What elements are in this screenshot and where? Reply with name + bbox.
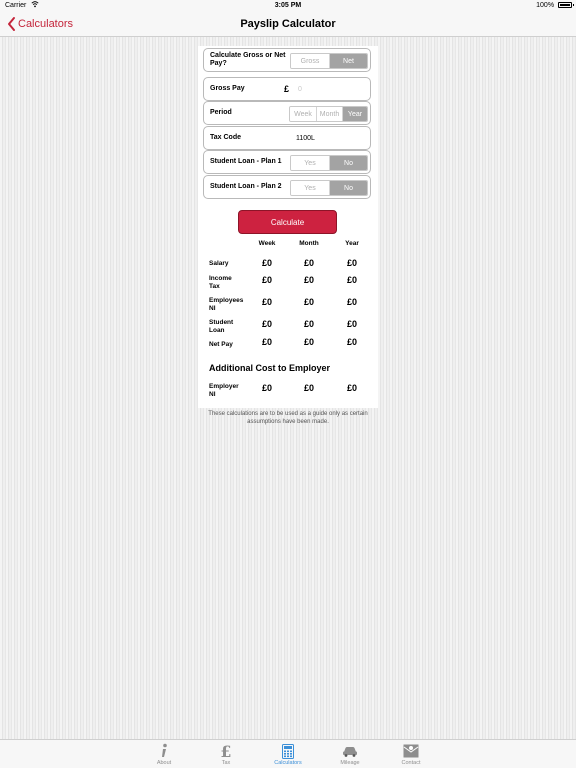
tax-code-input[interactable]: 1100L — [296, 127, 315, 149]
tab-mileage[interactable]: Mileage — [320, 740, 380, 768]
month-option[interactable]: Month — [316, 107, 342, 121]
net-pay-year-value: £0 — [346, 337, 357, 347]
employees-ni-label: Employees NI — [209, 297, 244, 312]
additional-cost-heading: Additional Cost to Employer — [209, 363, 331, 373]
salary-year-value: £0 — [346, 258, 357, 268]
tab-contact[interactable]: Contact — [381, 740, 441, 768]
tab-tax-label: Tax — [221, 760, 231, 766]
period-label: Period — [210, 109, 232, 116]
calculate-button[interactable]: Calculate — [238, 210, 337, 234]
info-icon — [156, 743, 172, 759]
tax-code-label: Tax Code — [210, 134, 241, 141]
student-loan-plan2-segmented-control: Yes No — [290, 180, 368, 196]
income-tax-week-value: £0 — [261, 275, 272, 285]
net-option[interactable]: Net — [329, 54, 367, 68]
salary-week-value: £0 — [261, 258, 272, 268]
plan1-yes-option[interactable]: Yes — [291, 156, 329, 170]
currency-symbol: £ — [284, 84, 290, 94]
salary-month-value: £0 — [303, 258, 314, 268]
calculator-icon — [280, 743, 296, 759]
salary-label: Salary — [209, 260, 229, 267]
clock: 3:05 PM — [274, 2, 302, 9]
calculator-panel: Calculate Gross or Net Pay? Gross Net Gr… — [198, 46, 378, 425]
week-option[interactable]: Week — [290, 107, 316, 121]
income-tax-year-value: £0 — [346, 275, 357, 285]
envelope-icon — [403, 743, 419, 759]
period-segmented-control: Week Month Year — [289, 106, 368, 122]
student-loan-plan2-row: Student Loan - Plan 2 Yes No — [203, 175, 371, 199]
employees-ni-year-value: £0 — [346, 297, 357, 307]
gross-pay-label: Gross Pay — [210, 85, 245, 92]
gross-or-net-label: Calculate Gross or Net Pay? — [210, 52, 286, 67]
student-loan-week-value: £0 — [261, 319, 272, 329]
tax-code-row: Tax Code 1100L — [203, 126, 371, 150]
net-pay-week-value: £0 — [261, 337, 272, 347]
car-icon — [342, 743, 358, 759]
student-loan-plan2-label: Student Loan - Plan 2 — [210, 183, 282, 190]
student-loan-month-value: £0 — [303, 319, 314, 329]
disclaimer-text: These calculations are to be used as a g… — [208, 411, 368, 425]
battery-icon — [558, 2, 574, 8]
student-loan-plan1-segmented-control: Yes No — [290, 155, 368, 171]
tab-bar: About £ Tax Calculators Mileage Contact — [0, 739, 576, 768]
tab-tax[interactable]: £ Tax — [196, 740, 256, 768]
student-loan-label: Student Loan — [209, 319, 234, 334]
employer-ni-year-value: £0 — [346, 383, 357, 393]
navigation-bar: Calculators Payslip Calculator — [0, 12, 576, 37]
svg-text:£: £ — [220, 743, 231, 759]
gross-net-segmented-control: Gross Net — [290, 53, 368, 69]
tab-about[interactable]: About — [134, 740, 194, 768]
student-loan-plan1-label: Student Loan - Plan 1 — [210, 158, 282, 165]
battery-indicator: 100% — [536, 0, 574, 12]
plan2-no-option[interactable]: No — [329, 181, 367, 195]
column-header-year: Year — [345, 240, 359, 247]
year-option[interactable]: Year — [342, 107, 367, 121]
tab-about-label: About — [156, 760, 172, 766]
gross-pay-row: Gross Pay £ — [203, 77, 371, 101]
tab-calculators[interactable]: Calculators — [258, 740, 318, 768]
tab-calculators-label: Calculators — [274, 760, 302, 766]
tab-mileage-label: Mileage — [340, 760, 360, 766]
income-tax-month-value: £0 — [303, 275, 314, 285]
employer-ni-month-value: £0 — [303, 383, 314, 393]
net-pay-month-value: £0 — [303, 337, 314, 347]
battery-percent: 100% — [536, 2, 555, 9]
plan2-yes-option[interactable]: Yes — [291, 181, 329, 195]
status-bar: Carrier 3:05 PM 100% — [0, 0, 576, 12]
page-title: Payslip Calculator — [240, 18, 336, 30]
income-tax-label: Income Tax — [209, 275, 232, 290]
student-loan-plan1-row: Student Loan - Plan 1 Yes No — [203, 150, 371, 174]
gross-or-net-row: Calculate Gross or Net Pay? Gross Net — [203, 48, 371, 72]
pound-icon: £ — [218, 743, 234, 759]
net-pay-label: Net Pay — [209, 341, 233, 348]
plan1-no-option[interactable]: No — [329, 156, 367, 170]
period-row: Period Week Month Year — [203, 101, 371, 125]
column-header-week: Week — [258, 240, 276, 247]
tab-contact-label: Contact — [401, 760, 421, 766]
employer-ni-label: Employer NI — [209, 383, 239, 398]
student-loan-year-value: £0 — [346, 319, 357, 329]
employees-ni-week-value: £0 — [261, 297, 272, 307]
gross-pay-input[interactable] — [294, 82, 370, 97]
column-header-month: Month — [299, 240, 319, 247]
employees-ni-month-value: £0 — [303, 297, 314, 307]
employer-ni-week-value: £0 — [261, 383, 272, 393]
gross-option[interactable]: Gross — [291, 54, 329, 68]
